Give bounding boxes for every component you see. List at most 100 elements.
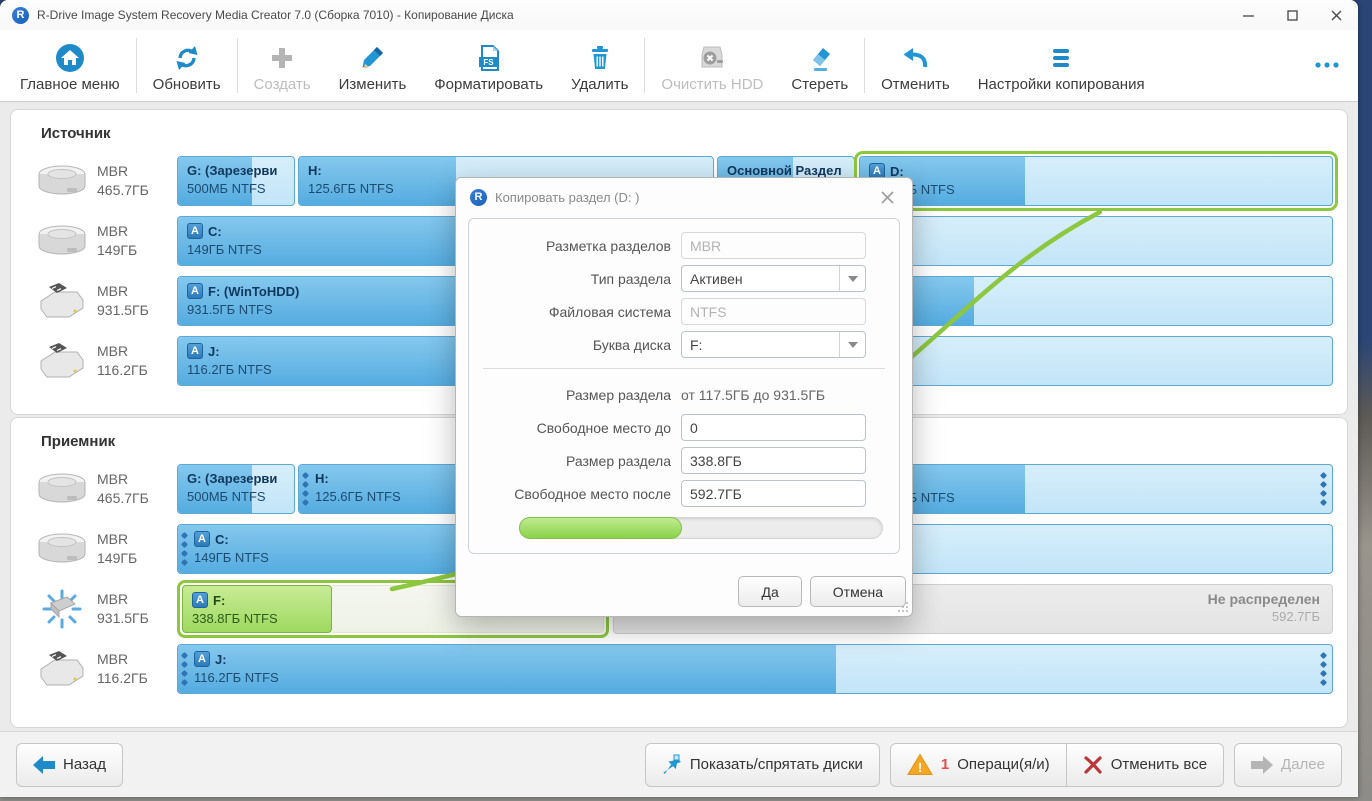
toolbar-erase-button[interactable]: Стереть — [777, 30, 862, 101]
destination-disk-row: MBR 116.2ГБ A J: 116.2ГБ NTFS — [31, 643, 1339, 695]
hdd-icon — [31, 221, 93, 261]
plus-icon — [267, 40, 297, 76]
field-label: Буква диска — [592, 336, 671, 353]
svg-text:!: ! — [918, 760, 922, 775]
maximize-button[interactable] — [1270, 0, 1314, 30]
field-label: Файловая система — [548, 303, 671, 320]
hdd-icon — [31, 161, 93, 201]
resize-handle[interactable] — [1319, 651, 1328, 687]
disk-scheme: MBR — [97, 283, 129, 299]
partition-D[interactable]: AD: 338.8ГБ NTFS — [859, 464, 1333, 514]
pin-icon — [663, 754, 681, 774]
trash-icon — [585, 40, 615, 76]
operations-button[interactable]: ! 1 Операци(я/и) — [889, 742, 1067, 787]
disk-size: 116.2ГБ — [97, 362, 148, 378]
toolbar-main-menu-button[interactable]: Главное меню — [6, 30, 134, 101]
disk-size: 116.2ГБ — [97, 670, 148, 686]
disk-scheme: MBR — [97, 531, 129, 547]
toolbar-format-button[interactable]: FS Форматировать — [420, 30, 557, 101]
active-badge: A — [194, 651, 210, 667]
app-logo-icon: R — [12, 6, 29, 24]
free-space-before-input[interactable] — [681, 414, 866, 441]
close-button[interactable] — [1314, 0, 1358, 30]
partition-D-selected[interactable]: AD: 338.8ГБ NTFS — [859, 156, 1333, 206]
resize-handle[interactable] — [301, 471, 310, 507]
toolbar: Главное меню Обновить Создать Изменить F… — [0, 30, 1358, 102]
partition-F-target[interactable]: A F: 338.8ГБ NTFS — [182, 585, 332, 633]
partition-G[interactable]: G: (Зарезерви 500МБ NTFS — [177, 464, 295, 514]
warning-icon: ! — [907, 753, 933, 775]
field-label: Размер раздела — [566, 386, 671, 403]
wipe-hdd-icon — [695, 40, 729, 76]
back-button[interactable]: Назад — [16, 742, 123, 787]
toolbar-delete-button[interactable]: Удалить — [557, 30, 642, 101]
partition-G[interactable]: G: (Зарезерви 500МБ NTFS — [177, 156, 295, 206]
field-label: Свободное место до — [536, 419, 671, 436]
toolbar-separator — [864, 38, 866, 93]
chevron-down-icon — [839, 332, 865, 357]
refresh-icon — [172, 40, 202, 76]
drive-letter-select[interactable]: F: — [681, 331, 866, 358]
toolbar-undo-button[interactable]: Отменить — [867, 30, 964, 101]
source-header: Источник — [41, 125, 111, 142]
footer-bar: Назад Показать/спрятать диски ! 1 Операц… — [0, 731, 1358, 797]
disk-scheme: MBR — [97, 163, 129, 179]
pencil-icon — [357, 40, 387, 76]
toolbar-separator — [135, 38, 137, 93]
toolbar-copy-settings-button[interactable]: Настройки копирования — [964, 30, 1159, 101]
resize-handle[interactable] — [1319, 471, 1328, 507]
home-icon — [54, 40, 86, 76]
active-badge: A — [194, 531, 210, 547]
toolbar-separator — [236, 38, 238, 93]
disk-scheme: MBR — [97, 471, 129, 487]
menu-icon — [1046, 40, 1076, 76]
cancel-all-button[interactable]: Отменить все — [1066, 742, 1225, 787]
busy-drive-icon — [31, 589, 93, 629]
partition-size-slider[interactable] — [519, 517, 883, 539]
disk-scheme: MBR — [97, 651, 129, 667]
active-badge: A — [192, 592, 208, 608]
eraser-icon — [805, 40, 835, 76]
dialog-title: Копировать раздел (D: ) — [495, 189, 640, 205]
chevron-down-icon — [839, 266, 865, 291]
resize-grip[interactable] — [898, 602, 908, 612]
dialog-title-bar[interactable]: R Копировать раздел (D: ) — [456, 178, 912, 216]
resize-handle[interactable] — [180, 651, 189, 687]
field-label: Разметка разделов — [546, 237, 671, 254]
content-area: Источник MBR 465.7ГБ G: (Зарезерви 500МБ… — [0, 102, 1358, 732]
resize-handle[interactable] — [180, 531, 189, 567]
cancel-button[interactable]: Отмена — [809, 576, 906, 607]
usb-drive-icon — [31, 341, 93, 381]
more-options-button[interactable] — [1314, 56, 1340, 74]
file-system-input — [681, 298, 866, 325]
show-hide-disks-button[interactable]: Показать/спрятать диски — [644, 742, 880, 787]
partition-scheme-input — [681, 232, 866, 259]
partition-type-select[interactable]: Активен — [681, 265, 866, 292]
active-badge: A — [187, 343, 203, 359]
disk-size: 931.5ГБ — [97, 610, 149, 626]
disk-size: 149ГБ — [97, 550, 138, 566]
format-fs-icon: FS — [474, 40, 504, 76]
ok-button[interactable]: Да — [738, 576, 802, 607]
window-title: R-Drive Image System Recovery Media Crea… — [37, 8, 514, 22]
disk-scheme: MBR — [97, 223, 129, 239]
disk-size: 931.5ГБ — [97, 302, 149, 318]
toolbar-refresh-button[interactable]: Обновить — [139, 30, 235, 101]
free-space-after-input[interactable] — [681, 480, 866, 507]
toolbar-wipe-hdd-button: Очистить HDD — [647, 30, 777, 101]
disk-size: 465.7ГБ — [97, 182, 149, 198]
slider-fill-handle[interactable] — [519, 517, 682, 539]
partition-J[interactable]: A J: 116.2ГБ NTFS — [177, 644, 1333, 694]
field-label: Размер раздела — [566, 452, 671, 469]
toolbar-edit-button[interactable]: Изменить — [325, 30, 421, 101]
disk-scheme: MBR — [97, 591, 129, 607]
usb-drive-icon — [31, 281, 93, 321]
next-button: Далее — [1234, 742, 1342, 787]
minimize-button[interactable] — [1226, 0, 1270, 30]
copy-partition-dialog: R Копировать раздел (D: ) Разметка разде… — [455, 177, 913, 617]
active-badge: A — [187, 283, 203, 299]
hdd-icon — [31, 529, 93, 569]
back-arrow-icon — [33, 755, 55, 774]
partition-size-input[interactable] — [681, 447, 866, 474]
dialog-close-icon[interactable] — [876, 186, 898, 208]
